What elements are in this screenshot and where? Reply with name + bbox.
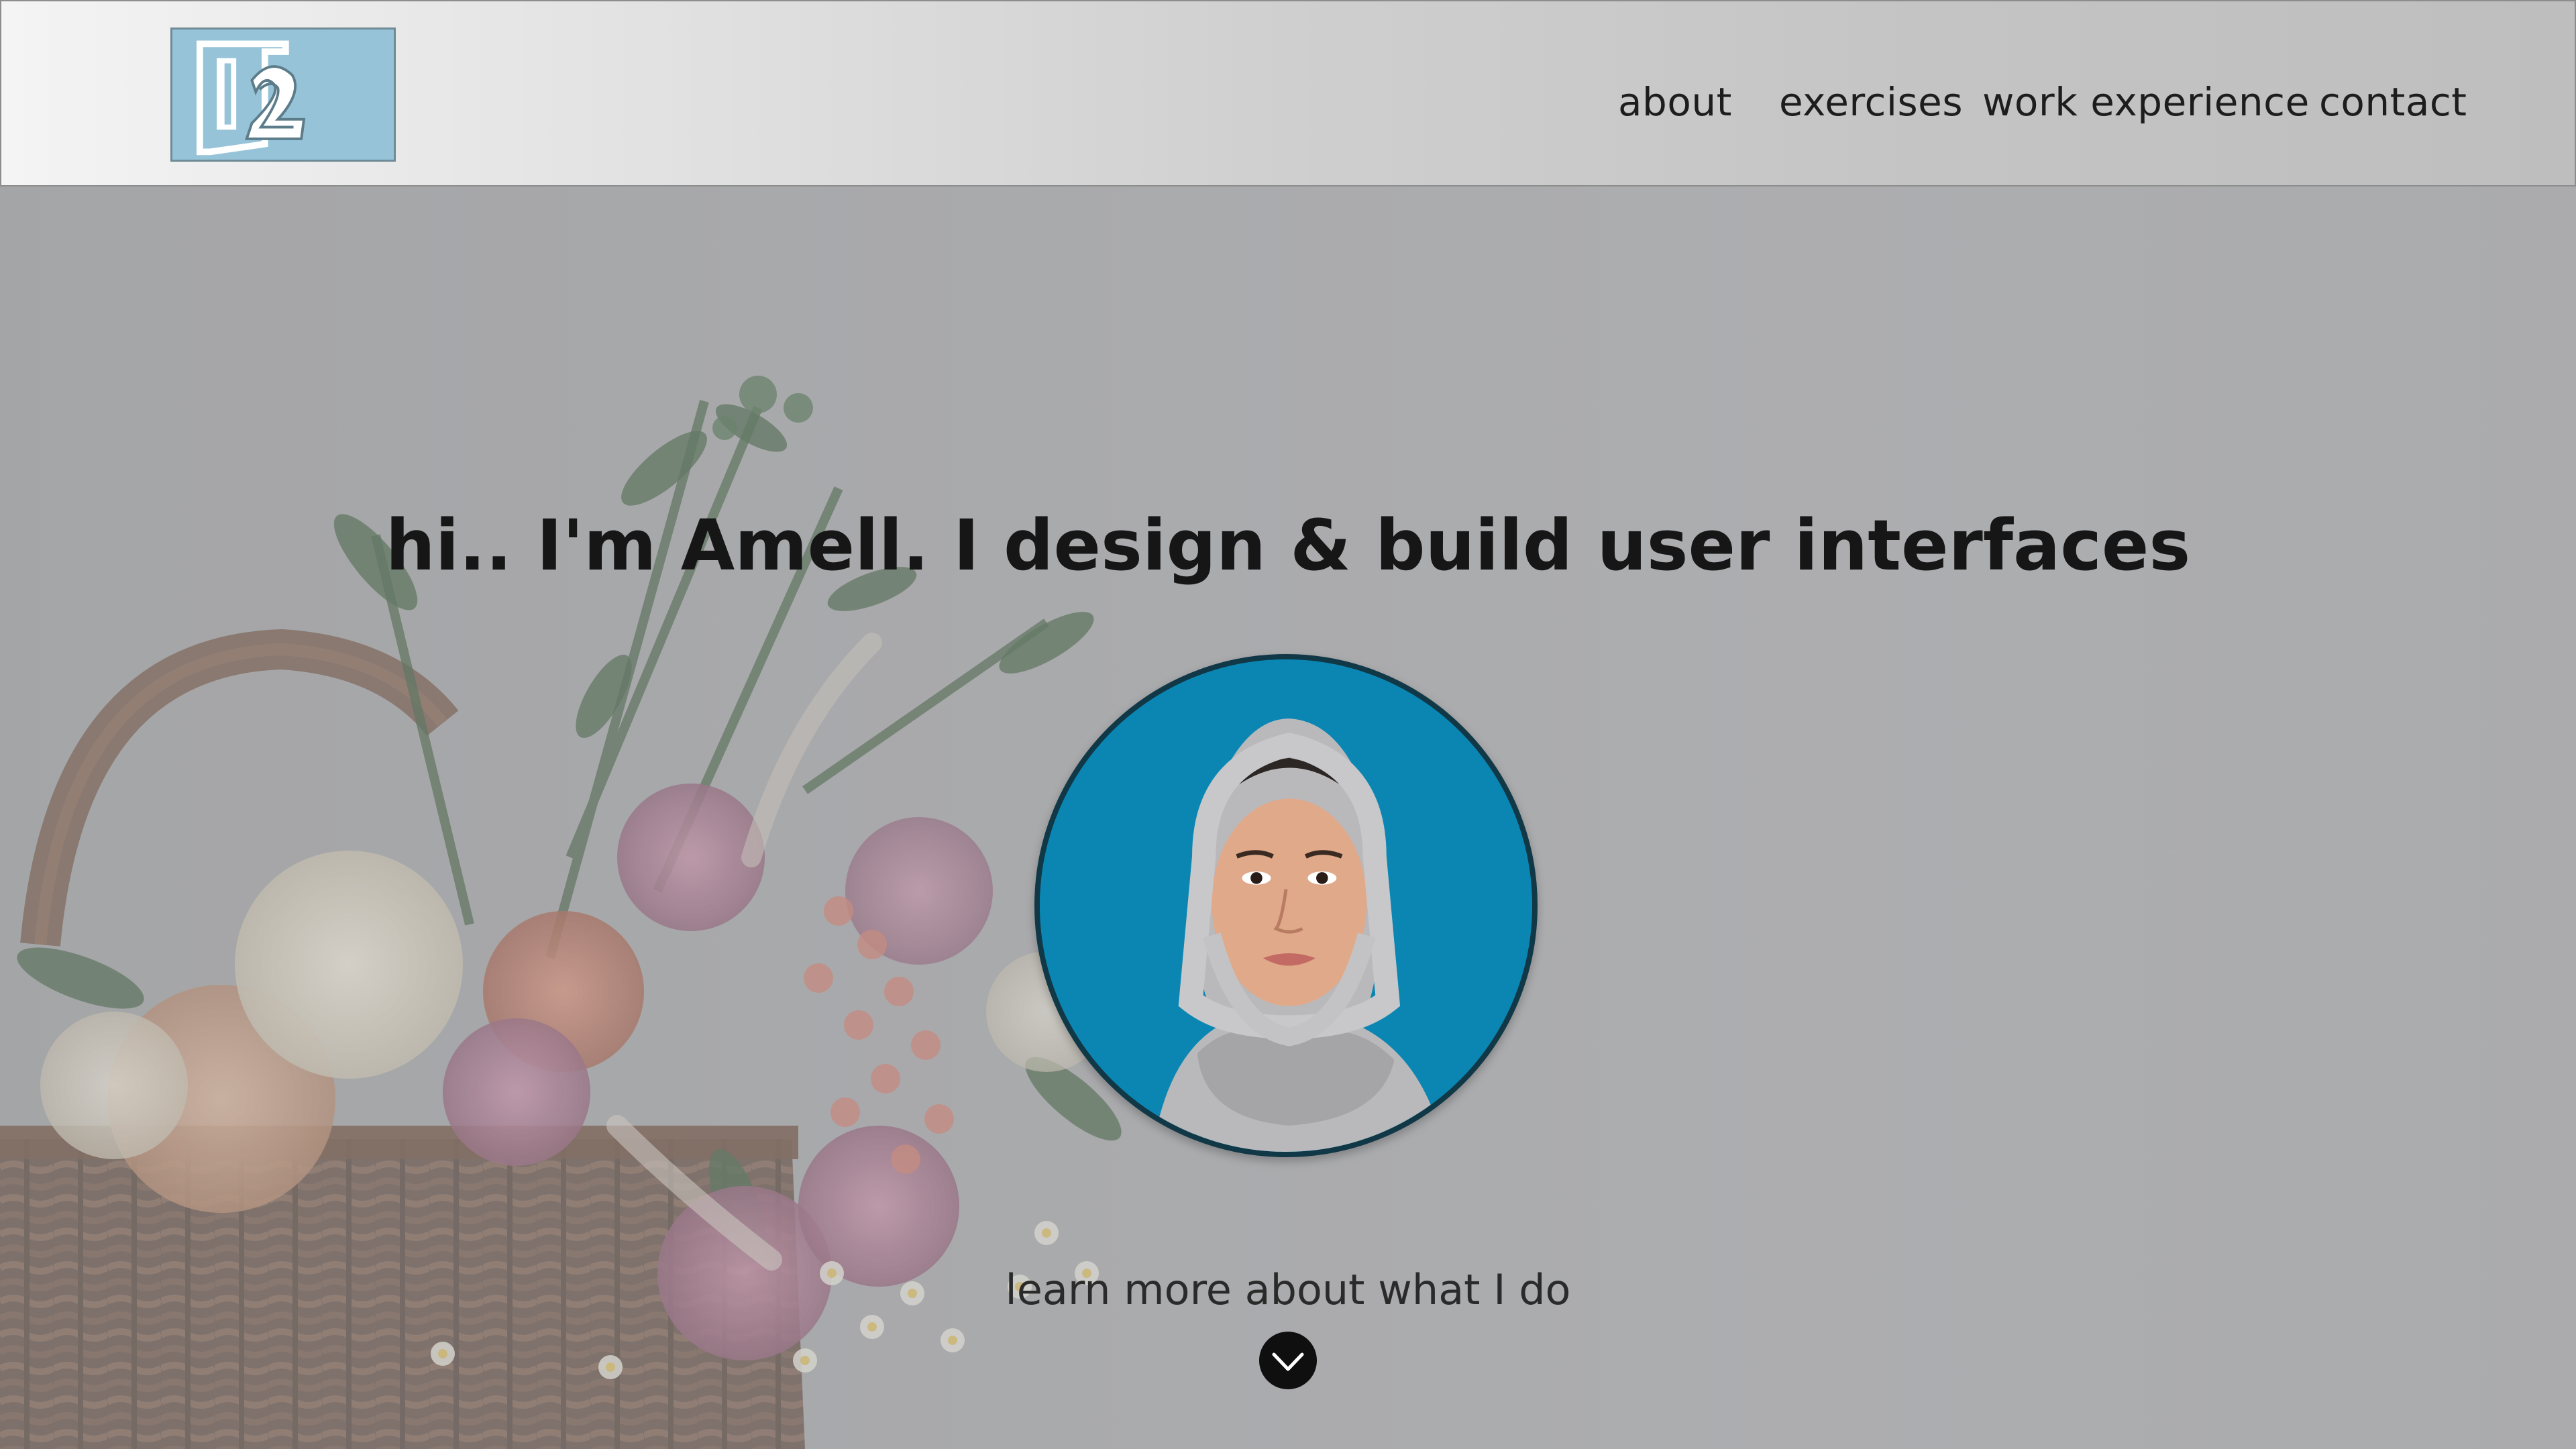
site-header: about exercises work experience contact — [0, 0, 2576, 186]
profile-photo — [1040, 659, 1532, 1152]
nav-link-about[interactable]: about — [1618, 75, 1732, 129]
nav-link-contact[interactable]: contact — [2319, 75, 2467, 129]
profile-avatar — [1034, 654, 1538, 1157]
scroll-down-button[interactable] — [1259, 1332, 1317, 1389]
hero-section: hi.. I'm Amell. I design & build user in… — [0, 186, 2576, 1449]
nav-link-exercises[interactable]: exercises — [1779, 75, 1963, 129]
learn-more-link[interactable]: learn more about what I do — [0, 1263, 2576, 1317]
hero-headline: hi.. I'm Amell. I design & build user in… — [385, 504, 2191, 586]
chevron-down-icon — [1272, 1352, 1304, 1371]
nav-link-work-experience[interactable]: work experience — [1982, 75, 2310, 129]
main-nav: about exercises work experience contact — [1, 1, 2575, 188]
